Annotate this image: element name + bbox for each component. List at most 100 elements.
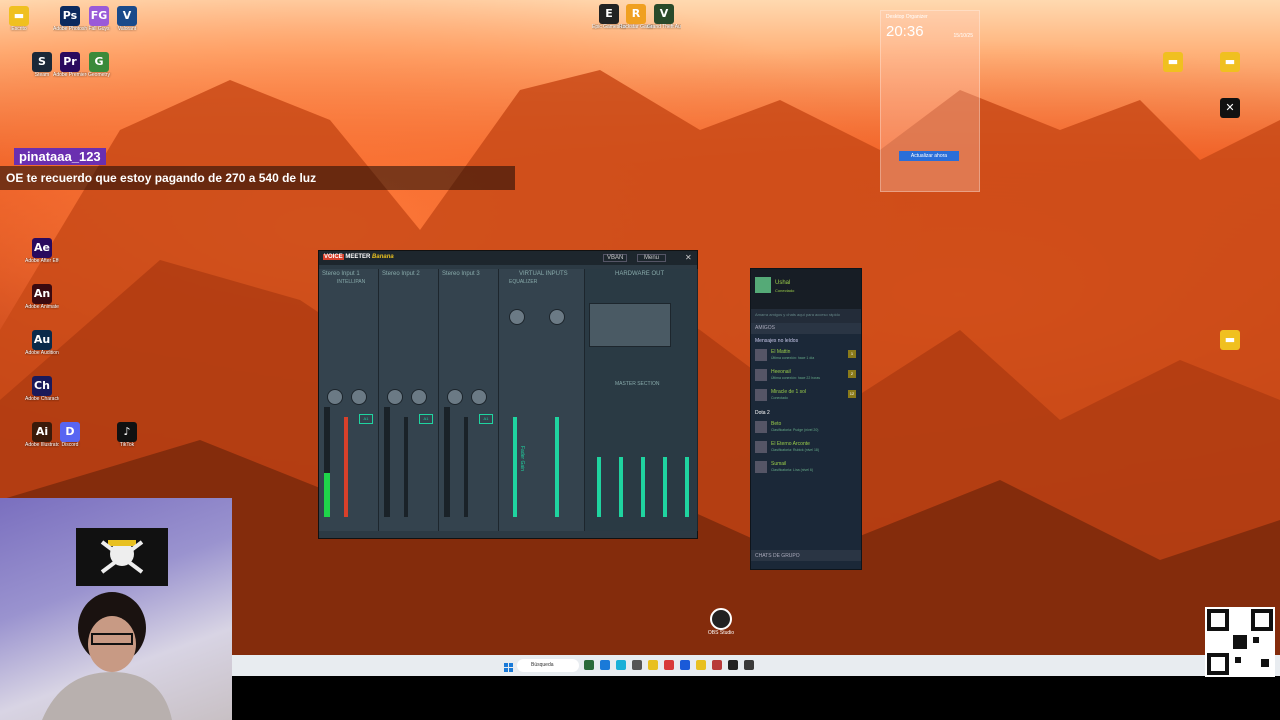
folder-icon: ▬ [9,6,29,26]
avatar [755,349,767,361]
knob[interactable] [351,389,367,405]
group-header[interactable]: Dota 2 [751,406,861,418]
fader-gain[interactable] [641,457,645,517]
knob[interactable] [471,389,487,405]
fall-guys-icon: FG [89,6,109,26]
animate-icon: An [32,284,52,304]
valorant-icon: V [117,6,137,26]
folder-icon: ▬ [1163,52,1183,72]
desktop-icon-character[interactable]: Ch Adobe Character [25,376,59,402]
voicemeeter-titlebar[interactable]: VOICE MEETER Banana VBAN Menu ✕ [319,251,697,265]
taskbar-app-icon[interactable] [744,660,754,670]
pirate-flag [76,528,168,586]
desktop-icon-audition[interactable]: Au Adobe Audition [25,330,59,356]
menu-button[interactable]: Menu [637,254,667,262]
premiere-icon: Pr [60,52,80,72]
capcut-icon: ✕ [1220,98,1240,118]
desktop-icon-animate[interactable]: An Adobe Animate [25,284,59,310]
desktop-icon-folder-right-1[interactable]: ▬ [1156,52,1190,72]
bus-a1-button[interactable]: A1 [479,414,493,424]
fader-gain[interactable] [619,457,623,517]
friends-section-header[interactable]: AMIGOS [751,323,861,334]
taskbar-app-icon[interactable] [632,660,642,670]
unread-header: Mensajes no leídos [755,338,799,344]
desktop-icon-after-effects[interactable]: Ae Adobe After Effects [25,238,59,264]
brand-meeter: MEETER [345,254,371,260]
chat-username: pinataaa_123 [14,148,106,165]
level-meter [324,407,330,517]
taskbar-app-icon[interactable] [728,660,738,670]
skull-icon [100,540,144,574]
fader-gain[interactable] [404,417,408,517]
knob[interactable] [387,389,403,405]
friend-item[interactable]: Miracle de 1 sol Conectado 12 [751,386,861,406]
avatar [755,389,767,401]
taskbar-search[interactable]: Búsqueda [517,659,579,672]
desktop-icon-geometry[interactable]: G Geometry [82,52,116,78]
update-now-button[interactable]: Actualizar ahora [899,151,959,161]
audition-icon: Au [32,330,52,350]
knob[interactable] [447,389,463,405]
steam-header: Ushal Conectado [751,269,861,309]
strip-stereo-input-1: Stereo Input 1 INTELLIPAN A1 [319,269,379,531]
desktop-icon-discord[interactable]: D Discord [53,422,87,448]
taskbar-app-icon[interactable] [664,660,674,670]
taskbar-app-icon[interactable] [600,660,610,670]
edge-icon[interactable] [616,660,626,670]
strip-hardware-out: HARDWARE OUT MASTER SECTION [585,269,698,531]
bus-a1-button[interactable]: A1 [359,414,373,424]
fader-gain[interactable] [464,417,468,517]
taskbar-app-icon[interactable] [680,660,690,670]
geometry-icon: G [89,52,109,72]
taskbar-app-icon[interactable] [696,660,706,670]
desktop-icon-obs[interactable]: OBS Studio [706,608,736,636]
knob[interactable] [509,309,525,325]
desktop-icon-valorant[interactable]: V Valorant [110,6,144,32]
strip-stereo-input-3: Stereo Input 3 A1 [439,269,499,531]
qr-code [1205,607,1275,677]
desktop-icon-gta[interactable]: V Grand Theft Auto V [647,4,681,30]
knob[interactable] [327,389,343,405]
strip-stereo-input-2: Stereo Input 2 A1 [379,269,439,531]
desktop-icon-capcut[interactable]: ✕ [1213,98,1247,118]
desktop-icon-folder-right-3[interactable]: ▬ [1213,330,1247,350]
widget-date: 15/10/25 [953,33,973,39]
fader-gain[interactable] [685,457,689,517]
knob[interactable] [411,389,427,405]
brand-banana: Banana [372,254,394,260]
knob[interactable] [549,309,565,325]
bus-a1-button[interactable]: A1 [419,414,433,424]
windows-start-icon[interactable] [504,660,514,672]
taskbar-app-icon[interactable] [584,660,594,670]
steam-search-input[interactable]: Amarra amigos y chats aquí para acceso r… [751,309,861,323]
fader-gain[interactable] [344,417,348,517]
group-chats-bar[interactable]: CHATS DE GRUPO [751,550,861,561]
voicemeeter-window: VOICE MEETER Banana VBAN Menu ✕ Stereo I… [318,250,698,539]
desktop-icon-escrito[interactable]: ▬ Escrito [2,6,36,32]
steam-username: Ushal [775,280,791,286]
steam-icon: S [32,52,52,72]
file-explorer-icon[interactable] [648,660,658,670]
vban-button[interactable]: VBAN [603,254,628,262]
brand-voice: VOICE [323,254,344,260]
fader-gain[interactable] [663,457,667,517]
avatar[interactable] [755,277,771,293]
taskbar-app-icon[interactable] [712,660,722,670]
widget-title: Desktop Organizer [886,14,928,20]
desktop-icon-tiktok[interactable]: ♪ TikTok [110,422,144,448]
friend-item[interactable]: Sumail Clasificatoria: Lina (nivel 6) [751,458,861,478]
fader-gain[interactable] [513,417,517,517]
close-icon[interactable]: ✕ [685,253,692,262]
strip-virtual-inputs: VIRTUAL INPUTS EQUALIZER Fader Gain [499,269,585,531]
chat-message: OE te recuerdo que estoy pagando de 270 … [0,166,515,190]
webcam-overlay [0,498,232,720]
friend-item[interactable]: El Eterno Arconte Clasificatoria: Rubick… [751,438,861,458]
steam-friends-window: Ushal Conectado Amarra amigos y chats aq… [750,268,862,570]
desktop-icon-folder-right-2[interactable]: ▬ [1213,52,1247,72]
friend-item[interactable]: Heeonail Última conexión: hace 22 horas … [751,366,861,386]
taskbar: Búsqueda [232,655,1280,676]
friend-item[interactable]: Beto Clasificatoria: Pudge (nivel 20) [751,418,861,438]
friend-item[interactable]: El Mattin Última conexión: hace 1 día 1 [751,346,861,366]
fader-gain[interactable] [597,457,601,517]
fader-gain[interactable] [555,417,559,517]
